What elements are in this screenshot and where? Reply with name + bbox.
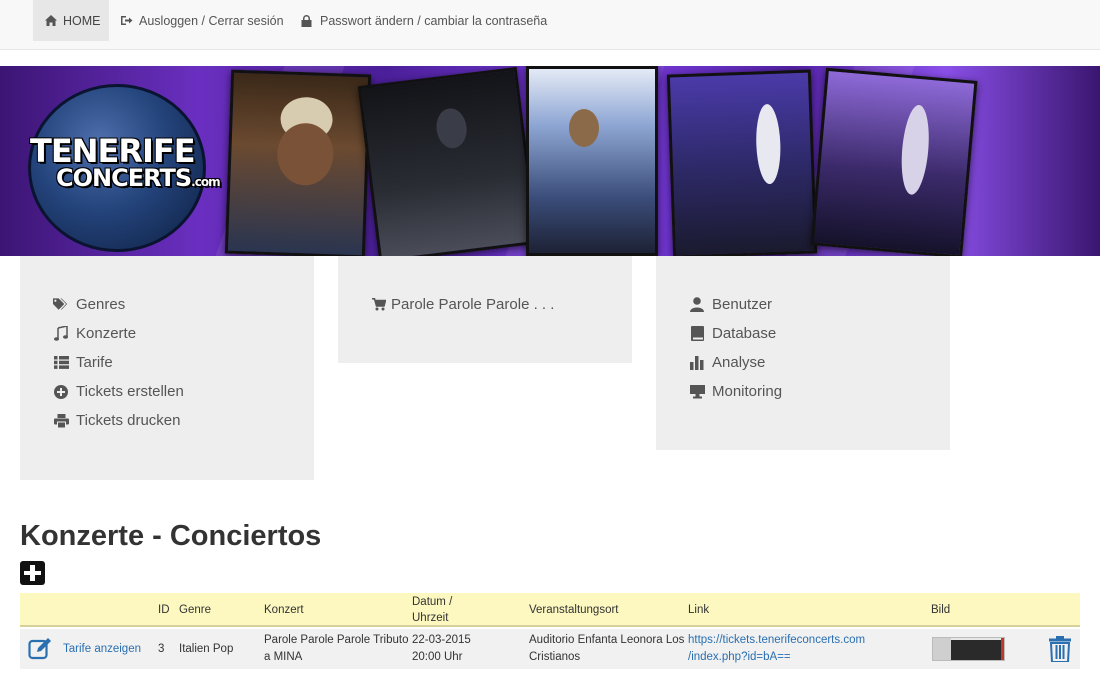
menu-item-label: Analyse (712, 354, 766, 371)
cell-konzert: Parole Parole Parole Tributo a MINA (264, 634, 409, 663)
menu-item-benutzer[interactable]: Benutzer (689, 296, 772, 313)
menu-item-current-concert[interactable]: Parole Parole Parole . . . (371, 296, 554, 313)
nav-home-label: HOME (63, 13, 101, 28)
menu-item-label: Tickets drucken (76, 412, 181, 429)
cell-genre: Italien Pop (179, 643, 234, 655)
tags-icon (53, 297, 69, 313)
menu-box-middle: Parole Parole Parole . . . (338, 256, 632, 363)
plus-circle-icon (53, 384, 69, 400)
column-header-id: ID (158, 604, 170, 616)
column-header-bild: Bild (931, 604, 951, 616)
menu-item-label: Monitoring (712, 383, 783, 400)
cell-id: 3 (158, 643, 165, 655)
show-tariffs-link[interactable]: Tarife anzeigen (63, 641, 141, 658)
column-header-link: Link (688, 604, 710, 616)
menu-box-right: Benutzer Database Analyse Monitoring (656, 256, 950, 450)
concert-photo-1 (224, 69, 372, 256)
menu-item-tickets-drucken[interactable]: Tickets drucken (53, 412, 180, 429)
page-title: Konzerte - Conciertos (20, 520, 322, 552)
menu-item-label: Parole Parole Parole . . . (391, 296, 555, 313)
menu-item-label: Tarife (76, 354, 113, 371)
menu-item-genres[interactable]: Genres (53, 296, 125, 313)
user-icon (689, 297, 705, 313)
home-icon (45, 15, 57, 26)
menu-item-label: Benutzer (712, 296, 773, 313)
add-concert-button[interactable] (20, 561, 45, 585)
concert-photo-5 (810, 67, 978, 256)
trash-icon[interactable] (1049, 636, 1071, 663)
edit-icon[interactable] (28, 637, 52, 661)
cell-ort: Auditorio Enfanta Leonora Los Cristianos (529, 634, 685, 663)
top-navbar: HOME Ausloggen / Cerrar sesión Passwort … (0, 0, 1100, 50)
book-icon (689, 326, 705, 342)
logo-text-bottom: CONCERTS.com (56, 164, 221, 192)
menu-item-label: Database (712, 325, 777, 342)
bar-chart-icon (689, 355, 705, 371)
nav-password[interactable]: Passwort ändern / cambiar la contraseña (300, 0, 547, 41)
table-row: Tarife anzeigen 3 Italien Pop Parole Par… (20, 629, 1080, 669)
nav-password-label: Passwort ändern / cambiar la contraseña (320, 13, 548, 28)
cart-icon (371, 297, 387, 313)
menu-item-database[interactable]: Database (689, 325, 776, 342)
column-header-konzert: Konzert (264, 604, 304, 616)
nav-logout-label: Ausloggen / Cerrar sesión (139, 13, 284, 28)
menu-item-analyse[interactable]: Analyse (689, 354, 765, 371)
lock-icon (301, 14, 312, 27)
concert-image-thumbnail[interactable] (932, 637, 1005, 661)
menu-item-monitoring[interactable]: Monitoring (689, 383, 782, 400)
column-header-ort: Veranstaltungsort (529, 604, 619, 616)
menu-box-left: Genres Konzerte Tarife Tickets erstellen… (20, 256, 314, 480)
column-header-datum: Datum / Uhrzeit (412, 596, 453, 624)
nav-home[interactable]: HOME (33, 0, 109, 41)
nav-logout[interactable]: Ausloggen / Cerrar sesión (120, 0, 284, 41)
menu-item-konzerte[interactable]: Konzerte (53, 325, 136, 342)
menu-item-tickets-erstellen[interactable]: Tickets erstellen (53, 383, 184, 400)
music-note-icon (53, 326, 69, 342)
menu-item-label: Tickets erstellen (76, 383, 184, 400)
cell-datum: 22-03-2015 20:00 Uhr (412, 634, 471, 663)
sign-out-icon (121, 16, 133, 25)
header-banner: TENERIFE CONCERTS.com (0, 66, 1100, 256)
concert-photo-2 (357, 66, 539, 256)
concert-photo-4 (666, 69, 818, 256)
print-icon (53, 413, 69, 429)
list-icon (53, 355, 69, 371)
column-header-genre: Genre (179, 604, 211, 616)
monitor-icon (689, 384, 705, 400)
menu-item-label: Genres (76, 296, 126, 313)
menu-item-label: Konzerte (76, 325, 137, 342)
table-header: ID Genre Konzert Datum / Uhrzeit Veranst… (20, 593, 1080, 627)
concert-photo-3 (526, 66, 658, 256)
cell-link[interactable]: https://tickets.tenerifeconcerts.com /in… (688, 632, 865, 666)
menu-item-tarife[interactable]: Tarife (53, 354, 113, 371)
